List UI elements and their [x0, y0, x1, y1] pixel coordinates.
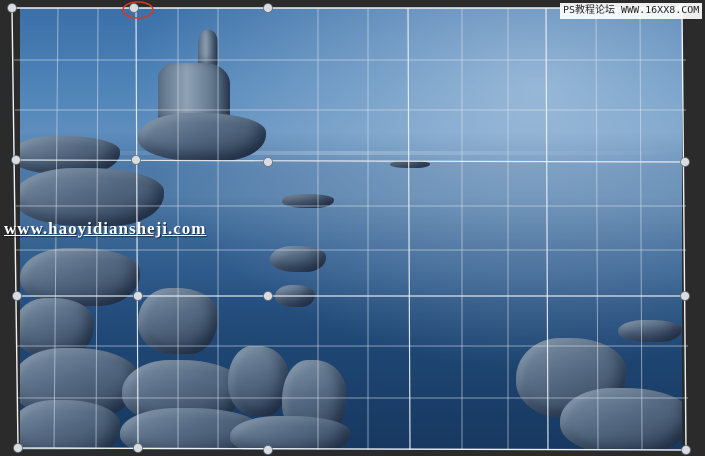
handle-bottom-right[interactable] [681, 445, 691, 455]
handle-top-center[interactable] [263, 3, 273, 13]
handle-middle-left[interactable] [11, 155, 21, 165]
handle-bottom-left[interactable] [13, 443, 23, 453]
handle-middle-right-lower[interactable] [680, 291, 690, 301]
site-watermark: www.haoyidiansheji.com [4, 219, 207, 238]
handle-bottom-center[interactable] [263, 445, 273, 455]
handle-grid-point[interactable] [131, 155, 141, 165]
handle-top-left[interactable] [7, 3, 17, 13]
handle-grid-point[interactable] [133, 291, 143, 301]
handle-grid-point[interactable] [263, 157, 273, 167]
photoshop-canvas: PS教程论坛 WWW.16XX8.COM www.haoyidiansheji.… [0, 0, 705, 456]
handle-dragged-point[interactable] [129, 3, 139, 13]
forum-watermark: PS教程论坛 WWW.16XX8.COM [560, 3, 703, 19]
handle-bottom-inner[interactable] [133, 443, 143, 453]
handle-middle-left-lower[interactable] [12, 291, 22, 301]
handle-middle-right[interactable] [680, 157, 690, 167]
handle-grid-point[interactable] [263, 291, 273, 301]
